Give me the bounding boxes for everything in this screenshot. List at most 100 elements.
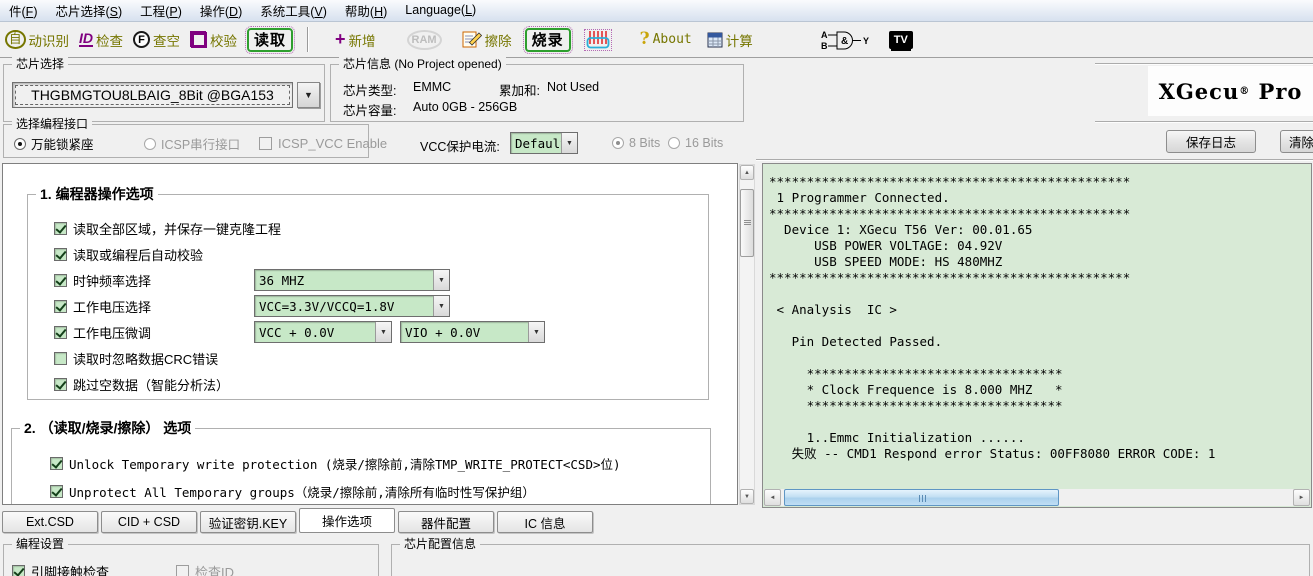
tab[interactable]: 器件配置	[398, 511, 494, 533]
logo-suffix: Pro	[1259, 79, 1303, 104]
menu-item[interactable]: 件(F)	[0, 0, 46, 23]
console-text: ****************************************…	[769, 174, 1311, 462]
checkbox-working-voltage[interactable]: 工作电压选择	[54, 297, 254, 316]
question-mark-icon: ?	[640, 32, 650, 47]
tab[interactable]: Ext.CSD	[2, 511, 98, 533]
gate-and-symbol: &	[841, 36, 848, 47]
vcc-protect-current-label: VCC保护电流:	[420, 136, 500, 155]
check-id-label: 检查ID	[195, 562, 234, 576]
voltage-trim-label: 工作电压微调	[73, 323, 254, 342]
checkbox-pin-contact-check[interactable]: 引脚接触检查	[12, 562, 109, 576]
checkbox-box	[50, 457, 63, 470]
log-console: ****************************************…	[762, 163, 1312, 508]
console-horizontal-scrollbar[interactable]	[764, 489, 1310, 506]
dropdown-arrow-icon[interactable]	[433, 296, 449, 316]
tab[interactable]: IC 信息	[497, 511, 593, 533]
tab[interactable]: 操作选项	[299, 508, 395, 533]
clock-frequency-select[interactable]: 36 MHZ	[254, 269, 450, 291]
checkbox-clock-frequency[interactable]: 时钟频率选择	[54, 271, 254, 290]
chip-pins-icon	[586, 31, 610, 49]
chip-select-group: 芯片选择 THGBMGTOU8LBAIG_8Bit @BGA153	[3, 64, 325, 122]
checkbox-unlock-temporary-wp[interactable]: Unlock Temporary write protection (烧录/擦除…	[50, 454, 621, 473]
checkbox-box	[54, 274, 67, 287]
menu-bar: 件(F)芯片选择(S)工程(P)操作(D)系统工具(V)帮助(H)Languag…	[0, 0, 1313, 22]
scroll-down-arrow-icon[interactable]	[740, 489, 754, 504]
erase-button[interactable]: 擦除	[462, 30, 512, 50]
tab[interactable]: 验证密钥.KEY	[200, 511, 296, 533]
chip-type-label: 芯片类型:	[343, 80, 396, 99]
scroll-up-arrow-icon[interactable]	[740, 165, 754, 180]
verify-button[interactable]: 校验	[190, 30, 237, 50]
program-button[interactable]: 烧录	[525, 28, 571, 52]
chip-info-title: 芯片信息 (No Project opened)	[339, 57, 506, 72]
read-button[interactable]: 读取	[247, 28, 293, 52]
vcc-protect-current-select[interactable]: Default	[510, 132, 578, 154]
vcc-trim-select[interactable]: VCC + 0.0V	[254, 321, 392, 343]
checkbox-box	[54, 222, 67, 235]
chip-select-combobox[interactable]: THGBMGTOU8LBAIG_8Bit @BGA153	[12, 82, 293, 108]
dropdown-arrow-icon[interactable]	[375, 322, 391, 342]
scroll-right-arrow-icon[interactable]	[1293, 489, 1310, 506]
horizontal-scrollbar-thumb[interactable]	[784, 489, 1059, 506]
save-log-button[interactable]: 保存日志	[1166, 130, 1256, 153]
logo-brand: XGecu	[1159, 79, 1240, 104]
checkbox-ignore-crc[interactable]: 读取时忽略数据CRC错误	[54, 349, 218, 368]
ram-button-disabled: RAM	[407, 30, 442, 50]
checkbox-voltage-trim[interactable]: 工作电压微调	[54, 323, 254, 342]
tab[interactable]: CID + CSD	[101, 511, 197, 533]
checksum-value: Not Used	[547, 80, 599, 94]
logic-test-button[interactable]: A B & Y	[820, 29, 872, 51]
chip-select-dropdown-arrow[interactable]	[297, 82, 320, 108]
radio-16-bits[interactable]: 16 Bits	[668, 136, 723, 150]
checkbox-check-id[interactable]: 检查ID	[176, 562, 234, 576]
clear-log-button[interactable]: 清除	[1280, 130, 1313, 153]
verify-label: 校验	[210, 30, 237, 50]
check-id-button[interactable]: ID 检查	[79, 30, 123, 50]
checkbox-box	[259, 137, 272, 150]
vio-trim-select[interactable]: VIO + 0.0V	[400, 321, 545, 343]
scroll-left-arrow-icon[interactable]	[764, 489, 781, 506]
read-all-regions-label: 读取全部区域，并保存一键克隆工程	[73, 219, 281, 238]
blank-check-button[interactable]: F 查空	[133, 30, 180, 50]
about-button[interactable]: ? About	[640, 32, 692, 47]
add-new-button[interactable]: + 新增	[335, 30, 376, 50]
console-line	[769, 318, 1311, 334]
vertical-scrollbar-thumb[interactable]	[740, 189, 754, 257]
checkbox-read-all-regions[interactable]: 读取全部区域，并保存一键克隆工程	[54, 219, 281, 238]
working-voltage-select[interactable]: VCC=3.3V/VCCQ=1.8V	[254, 295, 450, 317]
console-line: USB SPEED MODE: HS 480MHZ	[769, 254, 1311, 270]
auto-identify-button[interactable]: 自动识别	[5, 30, 69, 50]
radio-universal-socket[interactable]: 万能锁紧座	[14, 134, 144, 153]
menu-item[interactable]: 芯片选择(S)	[46, 0, 131, 23]
unprotect-temporary-groups-label: Unprotect All Temporary groups（烧录/擦除前,清除…	[69, 482, 535, 501]
checkbox-unprotect-temporary-groups[interactable]: Unprotect All Temporary groups（烧录/擦除前,清除…	[50, 482, 535, 501]
radio-icsp-port[interactable]: ICSP串行接口	[144, 134, 259, 153]
tv-mode-button[interactable]: TV	[889, 31, 913, 49]
options-vertical-scrollbar[interactable]	[739, 164, 755, 505]
console-line: 1..Emmc Initialization ......	[769, 430, 1311, 446]
console-line: 失败 -- CMD1 Respond error Status: 00FF808…	[769, 446, 1311, 462]
dropdown-arrow-icon[interactable]	[528, 322, 544, 342]
radio-8-bits[interactable]: 8 Bits	[612, 136, 660, 150]
menu-item[interactable]: Language(L)	[396, 1, 485, 20]
console-line: ****************************************…	[769, 206, 1311, 222]
menu-item[interactable]: 帮助(H)	[336, 0, 396, 23]
checkbox-box	[54, 300, 67, 313]
dropdown-arrow-icon[interactable]	[561, 133, 577, 153]
menu-item[interactable]: 操作(D)	[191, 0, 251, 23]
calculator-button[interactable]: 计算	[707, 30, 753, 50]
pin-test-button[interactable]	[586, 31, 610, 49]
menu-item[interactable]: 系统工具(V)	[251, 0, 336, 23]
checkbox-auto-verify[interactable]: 读取或编程后自动校验	[54, 245, 203, 264]
console-line: ****************************************…	[769, 270, 1311, 286]
vio-trim-value: VIO + 0.0V	[401, 322, 528, 342]
checkbox-box	[54, 326, 67, 339]
blank-check-magnifier-icon: F	[133, 31, 150, 48]
console-line: 1 Programmer Connected.	[769, 190, 1311, 206]
checkbox-icsp-vcc-enable[interactable]: ICSP_VCC Enable	[259, 134, 387, 153]
checkbox-skip-blank[interactable]: 跳过空数据（智能分析法）	[54, 375, 229, 394]
menu-item[interactable]: 工程(P)	[131, 0, 191, 23]
dropdown-arrow-icon[interactable]	[433, 270, 449, 290]
logic-gate-icon: A B & Y	[820, 29, 872, 51]
console-line: **********************************	[769, 398, 1311, 414]
